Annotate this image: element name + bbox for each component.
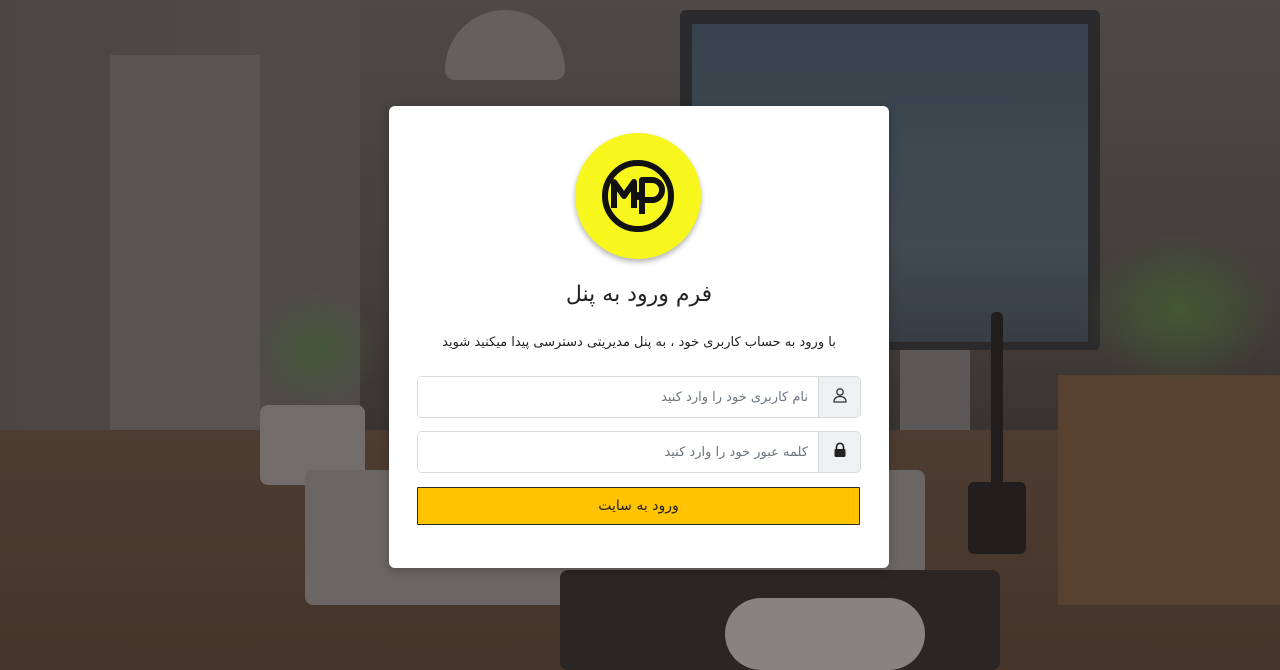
mp-logo-icon — [575, 133, 701, 259]
page-title: فرم ورود به پنل — [565, 282, 713, 307]
user-icon — [832, 387, 848, 407]
username-addon — [818, 377, 860, 417]
password-addon — [818, 432, 860, 472]
login-card: فرم ورود به پنل با ورود به حساب کاربری خ… — [389, 106, 889, 568]
page-subtitle: با ورود به حساب کاربری خود ، به پنل مدیر… — [442, 335, 836, 350]
username-field-group — [417, 376, 861, 418]
username-input[interactable] — [418, 377, 818, 417]
password-field-group — [417, 431, 861, 473]
login-submit-button[interactable]: ورود به سایت — [417, 487, 860, 525]
lock-icon — [833, 442, 847, 462]
password-input[interactable] — [418, 432, 818, 472]
